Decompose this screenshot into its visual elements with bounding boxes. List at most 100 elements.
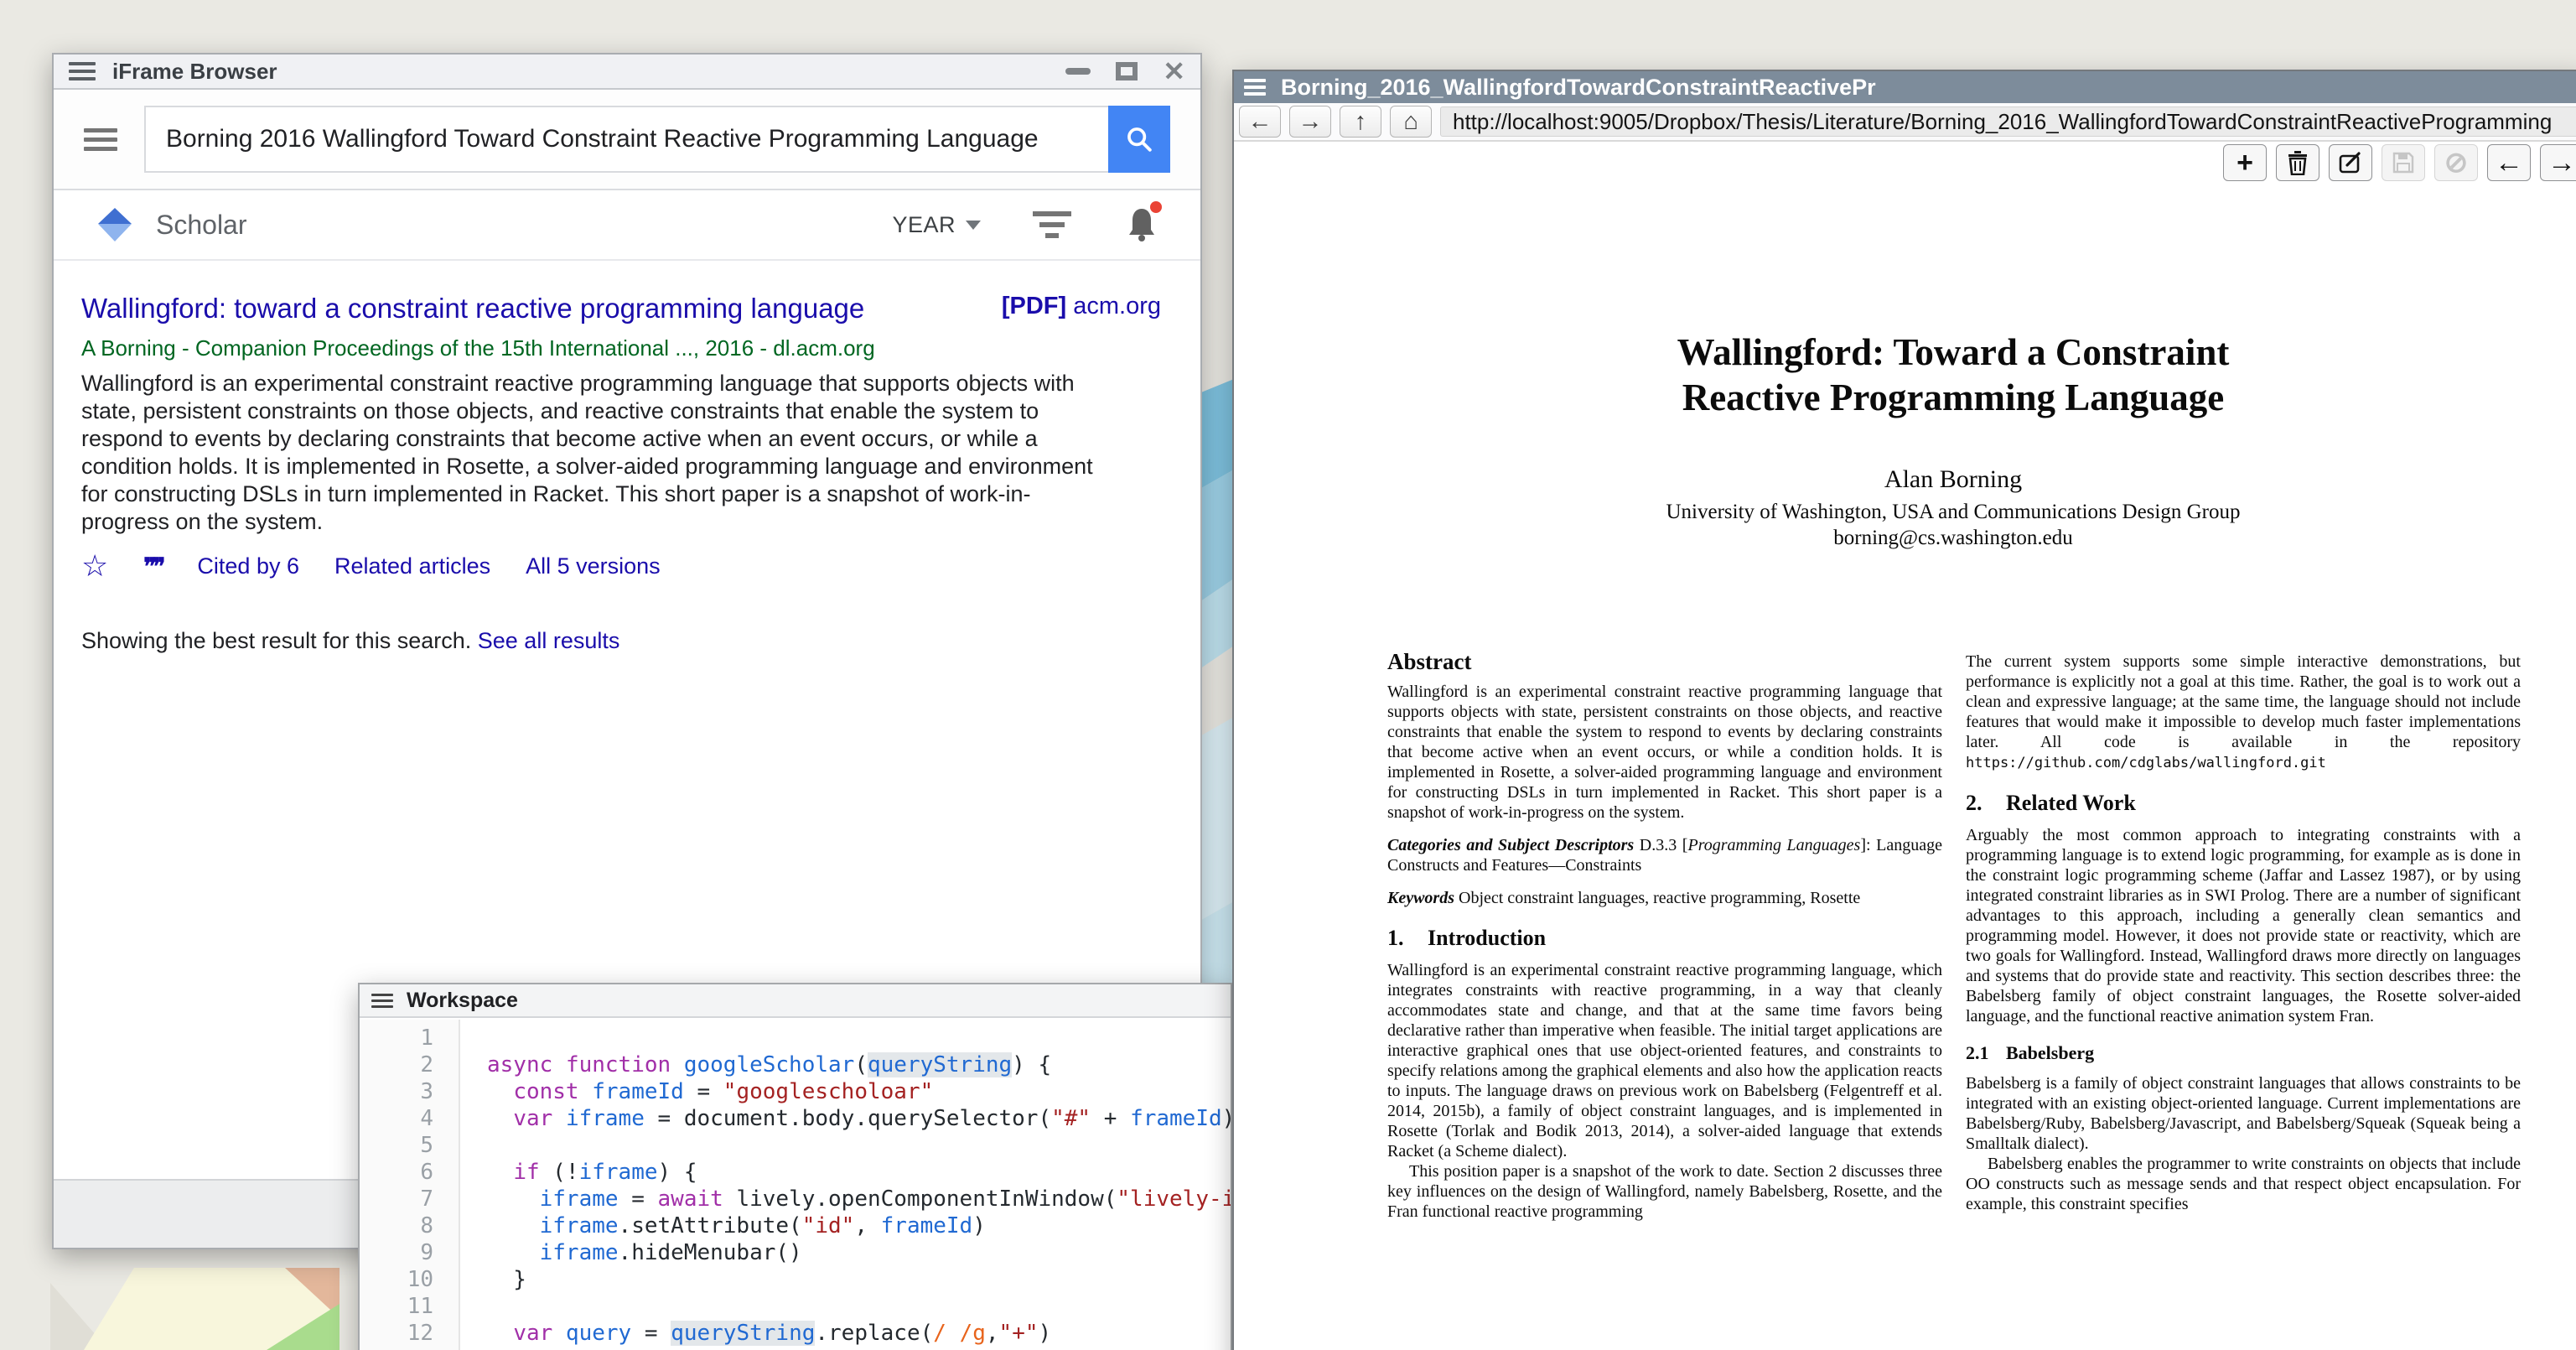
pdf-heading: Abstract	[1387, 652, 1942, 672]
search-button[interactable]	[1108, 106, 1170, 173]
code-line[interactable]: 5	[360, 1132, 1231, 1159]
browser-titlebar[interactable]: iFrame Browser ✕	[54, 55, 1200, 90]
save-button[interactable]	[2382, 144, 2425, 181]
year-dropdown[interactable]: YEAR	[892, 212, 981, 238]
edit-button[interactable]	[2329, 144, 2372, 181]
year-label: YEAR	[892, 212, 956, 238]
line-number: 4	[360, 1105, 459, 1132]
related-articles-link[interactable]: Related articles	[334, 553, 490, 579]
delete-button[interactable]	[2276, 144, 2319, 181]
pdf-paragraph: The current system supports some simple …	[1966, 652, 2521, 773]
line-number: 6	[360, 1159, 459, 1186]
up-button[interactable]: ↑	[1340, 106, 1381, 138]
code-text: var iframe = document.body.querySelector…	[459, 1105, 1231, 1132]
line-number: 1	[360, 1025, 459, 1051]
page-forward-button[interactable]: →	[2540, 144, 2576, 181]
forward-arrow-icon: →	[2547, 147, 2576, 179]
result-byline: A Borning - Companion Proceedings of the…	[81, 335, 1161, 361]
add-annotation-button[interactable]: +	[2223, 144, 2267, 181]
forward-button[interactable]: →	[1289, 106, 1331, 138]
alerts-button[interactable]	[1125, 205, 1158, 246]
pdf-paragraph: Wallingford is an experimental constrain…	[1387, 682, 1942, 823]
window-menu-icon[interactable]	[371, 994, 393, 1008]
edit-icon	[2338, 150, 2363, 175]
code-editor[interactable]: 12async function googleScholar(queryStri…	[360, 1020, 1231, 1350]
cite-quote-icon[interactable]: ❞❞	[143, 553, 162, 580]
code-text: }	[459, 1266, 526, 1293]
code-line[interactable]: 6 if (!iframe) {	[360, 1159, 1231, 1186]
scholar-header: Scholar YEAR	[54, 190, 1200, 261]
page-back-button[interactable]: ←	[2487, 144, 2531, 181]
code-text	[459, 1293, 487, 1320]
pdf-paragraph: This position paper is a snapshot of the…	[1387, 1161, 1942, 1222]
result-title-link[interactable]: Wallingford: toward a constraint reactiv…	[81, 291, 886, 325]
paper-title: Wallingford: Toward a Constraint Reactiv…	[1385, 330, 2522, 420]
code-text	[459, 1025, 487, 1051]
maximize-button[interactable]	[1116, 62, 1138, 80]
code-text: const frameId = "googlescholoar"	[459, 1078, 933, 1105]
scholar-brand: Scholar	[156, 210, 247, 241]
code-line[interactable]: 7 iframe = await lively.openComponentInW…	[360, 1186, 1231, 1212]
pdf-paragraph: Babelsberg is a family of object constra…	[1966, 1073, 2521, 1154]
paper-left-column: Abstract Wallingford is an experimental c…	[1387, 652, 1942, 1222]
pdf-window: Borning_2016_WallingfordTowardConstraint…	[1232, 70, 2576, 1350]
close-button[interactable]: ✕	[1163, 58, 1185, 85]
line-number: 11	[360, 1293, 459, 1320]
back-button[interactable]: ←	[1239, 106, 1281, 138]
paper-author: Alan Borning	[1385, 465, 2522, 494]
code-text: iframe = await lively.openComponentInWin…	[459, 1186, 1231, 1212]
pdf-paragraph: Categories and Subject Descriptors D.3.3…	[1387, 835, 1942, 875]
trash-icon	[2287, 150, 2309, 175]
line-number: 10	[360, 1266, 459, 1293]
code-text	[459, 1132, 487, 1159]
search-icon	[1125, 125, 1153, 153]
code-line[interactable]: 13 iframe.setURL("https://scholar.google…	[360, 1347, 1231, 1350]
code-line[interactable]: 4 var iframe = document.body.querySelect…	[360, 1105, 1231, 1132]
workspace-titlebar[interactable]: Workspace	[360, 984, 1231, 1018]
pdf-heading: 1.Introduction	[1387, 928, 1942, 948]
forward-arrow-icon: →	[1298, 108, 1323, 136]
url-input[interactable]	[1440, 106, 2576, 137]
code-line[interactable]: 3 const frameId = "googlescholoar"	[360, 1078, 1231, 1105]
code-line[interactable]: 2async function googleScholar(queryStrin…	[360, 1051, 1231, 1078]
see-all-results-link[interactable]: See all results	[478, 628, 620, 653]
search-input[interactable]	[144, 106, 1108, 173]
minimize-button[interactable]	[1065, 68, 1091, 75]
pdf-viewer[interactable]: Wallingford: Toward a Constraint Reactiv…	[1234, 185, 2576, 1350]
pdf-paragraph: Babelsberg enables the programmer to wri…	[1966, 1154, 2521, 1214]
up-arrow-icon: ↑	[1355, 108, 1367, 136]
pdf-titlebar[interactable]: Borning_2016_WallingfordTowardConstraint…	[1234, 71, 2576, 103]
menu-icon[interactable]	[84, 128, 117, 151]
paper-right-column: The current system supports some simple …	[1966, 652, 2521, 1214]
code-line[interactable]: 10 }	[360, 1266, 1231, 1293]
code-text: var query = queryString.replace(/ /g,"+"…	[459, 1320, 1051, 1347]
window-menu-icon[interactable]	[69, 62, 96, 80]
code-line[interactable]: 12 var query = queryString.replace(/ /g,…	[360, 1320, 1231, 1347]
line-number: 12	[360, 1320, 459, 1347]
plus-icon: +	[2237, 147, 2253, 179]
code-line[interactable]: 9 iframe.hideMenubar()	[360, 1239, 1231, 1266]
save-star-icon[interactable]: ☆	[81, 551, 108, 581]
code-line[interactable]: 1	[360, 1025, 1231, 1051]
result-snippet: Wallingford is an experimental constrain…	[81, 370, 1109, 536]
pdf-source[interactable]: acm.org	[1073, 293, 1161, 319]
code-text: if (!iframe) {	[459, 1159, 697, 1186]
pdf-heading: 2.Related Work	[1966, 793, 2521, 813]
code-line[interactable]: 11	[360, 1293, 1231, 1320]
pdf-source-link[interactable]: [PDF] acm.org	[1002, 291, 1161, 320]
code-text: iframe.setAttribute("id", frameId)	[459, 1212, 986, 1239]
scholar-logo-icon[interactable]	[96, 205, 134, 244]
code-text: iframe.setURL("https://scholar.google.co…	[459, 1347, 1231, 1350]
all-versions-link[interactable]: All 5 versions	[526, 553, 661, 579]
code-line[interactable]: 8 iframe.setAttribute("id", frameId)	[360, 1212, 1231, 1239]
home-button[interactable]: ⌂	[1390, 106, 1432, 138]
back-arrow-icon: ←	[2495, 147, 2523, 179]
sort-filter-icon[interactable]	[1033, 211, 1071, 238]
window-menu-icon[interactable]	[1244, 79, 1266, 96]
pdf-paragraph: Keywords Object constraint languages, re…	[1387, 888, 1942, 908]
pdf-tag: [PDF]	[1002, 293, 1066, 319]
pdf-heading: 2.1Babelsberg	[1966, 1043, 2521, 1063]
cited-by-link[interactable]: Cited by 6	[197, 553, 299, 579]
pdf-nav-toolbar: ← → ↑ ⌂	[1234, 103, 2576, 142]
cancel-button[interactable]: ⊘	[2434, 144, 2478, 181]
